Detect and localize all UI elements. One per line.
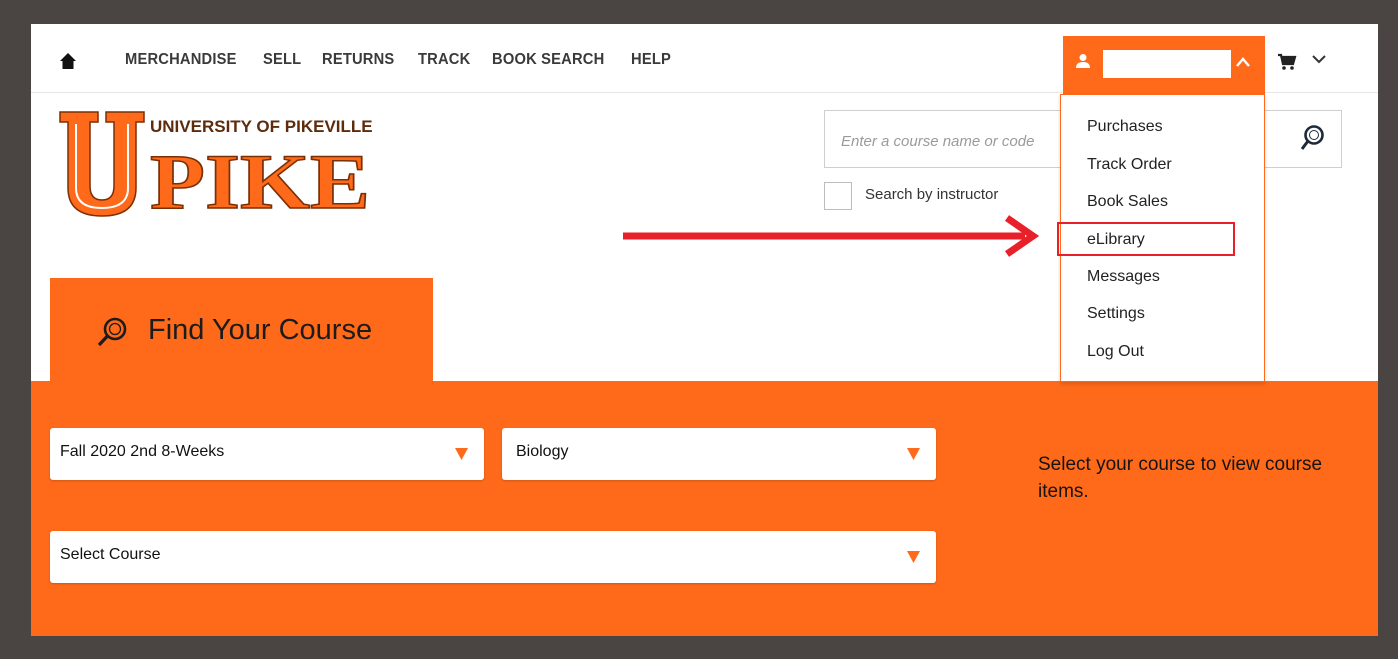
- course-search-input[interactable]: [839, 125, 1043, 157]
- term-select-value: Fall 2020 2nd 8-Weeks: [60, 443, 225, 460]
- nav-merchandise[interactable]: MERCHANDISE: [125, 51, 237, 69]
- dropdown-arrow-icon: [455, 448, 468, 460]
- menu-item-purchases[interactable]: Purchases: [1087, 118, 1163, 136]
- find-your-course-tab[interactable]: Find Your Course: [50, 278, 433, 384]
- course-select-value: Select Course: [60, 546, 161, 563]
- course-selection-hint: Select your course to view course items.: [1038, 454, 1323, 502]
- nav-track[interactable]: TRACK: [418, 51, 470, 69]
- nav-help[interactable]: HELP: [631, 51, 671, 69]
- main-nav-links: MERCHANDISE SELL RETURNS TRACK BOOK SEAR…: [125, 51, 691, 69]
- user-icon: [1076, 54, 1090, 68]
- cart-icon[interactable]: [1277, 53, 1297, 71]
- search-icon[interactable]: [1299, 124, 1325, 154]
- logo-u-letter: [59, 111, 145, 217]
- dropdown-arrow-icon: [907, 448, 920, 460]
- find-your-course-label: Find Your Course: [148, 314, 373, 346]
- chevron-up-icon: [1236, 57, 1250, 67]
- account-button[interactable]: [1063, 36, 1265, 94]
- page-frame: MERCHANDISE SELL RETURNS TRACK BOOK SEAR…: [31, 24, 1378, 636]
- home-icon[interactable]: [59, 52, 77, 70]
- nav-sell[interactable]: SELL: [263, 51, 301, 69]
- department-select[interactable]: Biology: [502, 428, 936, 480]
- menu-item-track-order[interactable]: Track Order: [1087, 156, 1172, 174]
- course-search-icon: [97, 317, 127, 347]
- menu-item-messages[interactable]: Messages: [1087, 268, 1160, 286]
- department-select-value: Biology: [516, 443, 569, 460]
- logo-university-name: UNIVERSITY OF PIKEVILLE: [150, 117, 373, 136]
- course-selection-panel: Fall 2020 2nd 8-Weeks Biology Select Cou…: [31, 381, 1378, 636]
- elibrary-highlight-box: [1057, 222, 1235, 256]
- university-logo[interactable]: UNIVERSITY OF PIKEVILLE PIKE: [58, 108, 378, 220]
- search-by-instructor-checkbox[interactable]: [824, 182, 852, 210]
- search-by-instructor-label: Search by instructor: [865, 186, 999, 203]
- menu-item-book-sales[interactable]: Book Sales: [1087, 193, 1168, 211]
- chevron-down-icon[interactable]: [1311, 53, 1327, 65]
- dropdown-arrow-icon: [907, 551, 920, 563]
- term-select[interactable]: Fall 2020 2nd 8-Weeks: [50, 428, 484, 480]
- redacted-username: [1103, 50, 1231, 78]
- logo-pike-text: PIKE: [150, 138, 370, 220]
- menu-item-log-out[interactable]: Log Out: [1087, 343, 1144, 361]
- nav-book-search[interactable]: BOOK SEARCH: [492, 51, 604, 69]
- annotation-arrow: [623, 215, 1040, 257]
- course-select[interactable]: Select Course: [50, 531, 936, 583]
- top-navigation: MERCHANDISE SELL RETURNS TRACK BOOK SEAR…: [31, 24, 1378, 94]
- menu-item-settings[interactable]: Settings: [1087, 305, 1145, 323]
- nav-returns[interactable]: RETURNS: [322, 51, 394, 69]
